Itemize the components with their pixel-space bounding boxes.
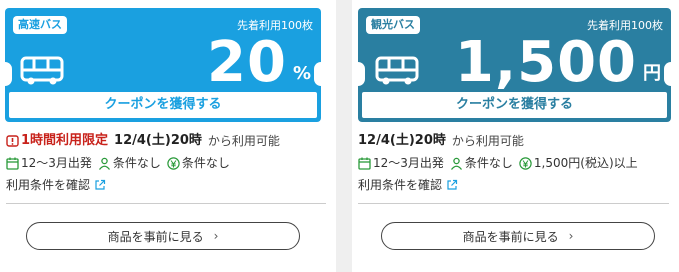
coupon-ticket: 高速バス 先着利用100枚 20 % クーポンを獲得する — [5, 8, 321, 122]
departure-period: 12～3月出発 — [373, 156, 444, 170]
get-coupon-button[interactable]: クーポンを獲得する — [362, 92, 667, 118]
discount-unit: % — [292, 63, 311, 84]
preview-label: 商品を事前に見る — [107, 229, 204, 244]
limited-time-label: 1時間利用限定 — [21, 133, 109, 148]
bus-icon — [20, 56, 64, 85]
preview-label: 商品を事前に見る — [462, 229, 559, 244]
conditions-line: 12～3月出発 条件なし 1,500円(税込)以上 — [358, 155, 669, 171]
coupon-card-sightseeing-bus: 観光バス 先着利用100枚 1,500 円 クーポンを獲得する 12/4(土)2… — [352, 0, 679, 272]
ticket-notch-left — [5, 62, 12, 86]
start-suffix: から利用可能 — [207, 134, 280, 148]
calendar-icon — [6, 157, 19, 170]
chevron-right-icon: › — [568, 229, 574, 243]
bus-type-tag: 観光バス — [366, 16, 420, 34]
ticket-notch-left — [358, 62, 365, 86]
chevron-right-icon: › — [213, 229, 219, 243]
availability-line: 12/4(土)20時 から利用可能 — [358, 133, 669, 149]
divider — [6, 203, 326, 204]
calendar-icon — [358, 157, 371, 170]
price-condition: 1,500円(税込)以上 — [533, 156, 638, 170]
price-condition: 条件なし — [181, 156, 230, 170]
start-suffix: から利用可能 — [451, 134, 524, 148]
ticket-notch-right — [314, 62, 321, 86]
departure-period: 12～3月出発 — [21, 156, 92, 170]
preview-products-button[interactable]: 商品を事前に見る › — [26, 222, 300, 250]
preview-products-button[interactable]: 商品を事前に見る › — [381, 222, 655, 250]
discount-value: 20 — [207, 30, 287, 95]
person-icon — [450, 157, 463, 170]
person-condition: 条件なし — [112, 156, 161, 170]
bus-type-tag: 高速バス — [13, 16, 67, 34]
ticket-notch-right — [664, 62, 671, 86]
bus-icon — [375, 56, 419, 85]
alert-icon — [6, 134, 19, 148]
get-coupon-button[interactable]: クーポンを獲得する — [9, 92, 317, 118]
coupon-card-highway-bus: 高速バス 先着利用100枚 20 % クーポンを獲得する 1時間利用限定 12/… — [0, 0, 336, 272]
divider — [358, 203, 669, 204]
yen-icon — [167, 156, 180, 170]
start-datetime: 12/4(土)20時 — [114, 133, 202, 148]
start-datetime: 12/4(土)20時 — [358, 133, 446, 148]
availability-line: 1時間利用限定 12/4(土)20時 から利用可能 — [6, 133, 326, 149]
yen-icon — [519, 156, 532, 170]
conditions-line: 12～3月出発 条件なし 条件なし — [6, 155, 326, 171]
external-link-icon[interactable] — [446, 179, 458, 191]
terms-line: 利用条件を確認 — [358, 177, 669, 193]
external-link-icon[interactable] — [94, 179, 106, 191]
terms-line: 利用条件を確認 — [6, 177, 326, 193]
panel-separator — [336, 0, 352, 272]
discount-amount: 1,500 円 — [455, 32, 661, 94]
discount-amount: 20 % — [207, 32, 311, 94]
discount-value: 1,500 — [454, 30, 637, 95]
person-icon — [98, 157, 111, 170]
coupon-ticket: 観光バス 先着利用100枚 1,500 円 クーポンを獲得する — [358, 8, 671, 122]
discount-unit: 円 — [643, 63, 661, 84]
terms-link[interactable]: 利用条件を確認 — [6, 177, 90, 193]
terms-link[interactable]: 利用条件を確認 — [358, 177, 442, 193]
person-condition: 条件なし — [464, 156, 513, 170]
